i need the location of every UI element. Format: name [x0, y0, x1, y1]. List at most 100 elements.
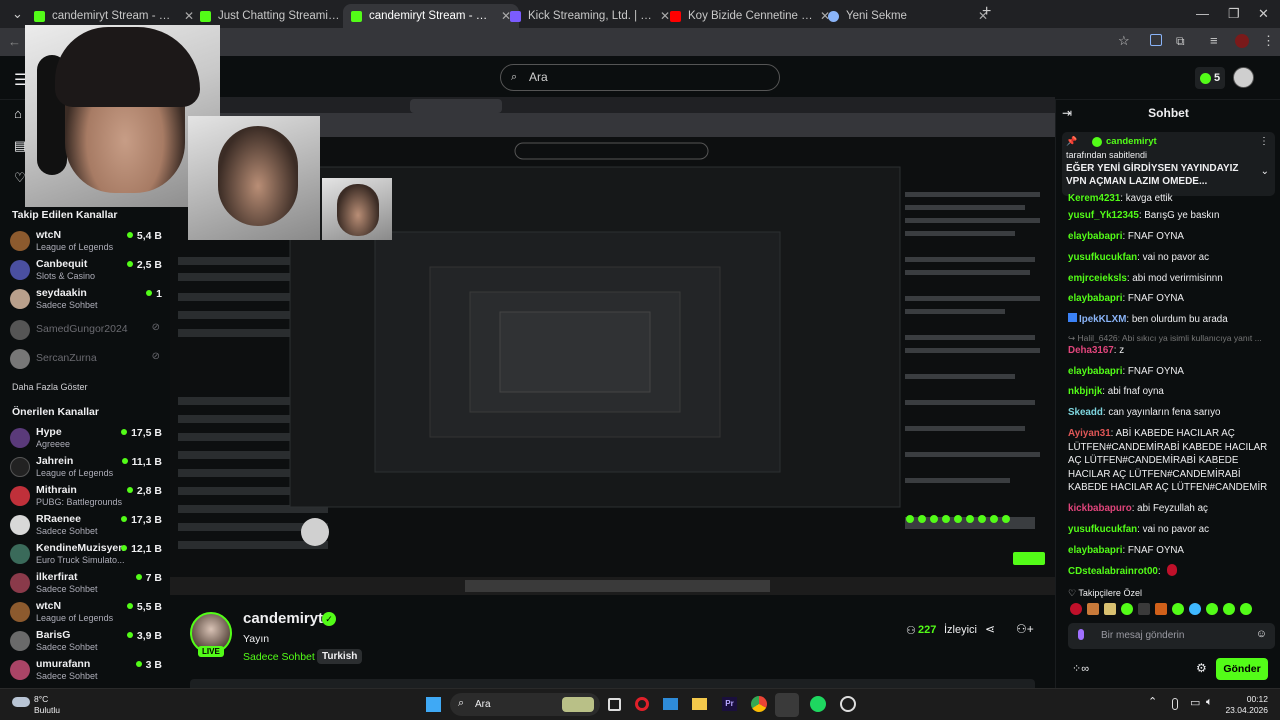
tab-search-icon[interactable]: ⌄ [12, 6, 23, 22]
followed-channel-item[interactable]: Canbequit Slots & Casino 2,5 B [10, 256, 162, 284]
task-view-icon[interactable] [608, 698, 621, 711]
channel-name[interactable]: candemiryt [243, 610, 323, 627]
stream-category[interactable]: Sadece Sohbet [243, 651, 315, 663]
home-icon[interactable]: ⌂ [14, 106, 22, 121]
tab-title: candemiryt Stream - Watch Live [369, 10, 494, 22]
recommended-channel-item[interactable]: Hype Agreeee 17,5 B [10, 424, 162, 452]
volume-icon[interactable]: 🔈︎ [1206, 696, 1213, 709]
emoji-icon[interactable]: ☺ [1256, 628, 1267, 640]
chat-message: emjrceieksls: abi mod verirmisinnn [1068, 273, 1223, 284]
tab-title: Kick Streaming, Ltd. | Set up pay [528, 10, 653, 22]
emote-icon[interactable] [1138, 603, 1150, 615]
channel-category: Agreeee [36, 439, 71, 449]
show-more-link[interactable]: Daha Fazla Göster [12, 382, 88, 392]
kicks-balance-button[interactable]: 5 [1195, 67, 1225, 89]
clock-time[interactable]: 00:12 [1220, 694, 1268, 704]
maximize-icon[interactable]: ❐ [1228, 6, 1240, 22]
user-avatar[interactable] [1233, 67, 1254, 88]
chrome-icon[interactable] [751, 696, 767, 712]
emote-icon[interactable] [1223, 603, 1235, 615]
recommended-channel-item[interactable]: umurafann Sadece Sohbet 3 B [10, 656, 162, 684]
recommended-channel-item[interactable]: Mithrain PUBG: Battlegrounds 2,8 B [10, 482, 162, 510]
spotify-icon[interactable] [810, 696, 826, 712]
premiere-icon[interactable]: Pr [722, 697, 737, 711]
back-icon[interactable]: ← [8, 34, 21, 49]
channel-category: Slots & Casino [36, 271, 96, 281]
profile-avatar-icon[interactable] [1235, 34, 1249, 48]
nested-screen-5 [499, 311, 651, 393]
chat-input[interactable]: Bir mesaj gönderin ☺ [1068, 623, 1275, 649]
file-explorer-icon[interactable] [692, 698, 707, 710]
chat-message: IpekKLXM: ben olurdum bu arada [1068, 313, 1273, 327]
viewer-count: 12,1 B [121, 543, 162, 555]
viewer-count: 3 B [136, 659, 162, 671]
browser-tab-active[interactable]: candemiryt Stream - Watch Live ✕ [343, 4, 519, 28]
reading-list-icon[interactable]: ≡ [1210, 33, 1218, 48]
weather-desc: Bulutlu [34, 705, 60, 715]
kicks-count: 5 [1213, 72, 1221, 84]
browser-tab[interactable]: Yeni Sekme ✕ [820, 4, 996, 28]
emote-icon[interactable] [1104, 603, 1116, 615]
close-window-icon[interactable]: ✕ [1258, 6, 1269, 22]
mic-icon[interactable] [1078, 629, 1084, 640]
offline-channel-item[interactable]: SercanZurna ⊘ [10, 345, 162, 373]
settings-gear-icon[interactable]: ⚙ [1196, 661, 1207, 675]
windows-start-icon[interactable] [426, 697, 441, 712]
bookmark-star-icon[interactable]: ☆ [1118, 33, 1130, 49]
pinned-menu-icon[interactable]: ⋮ [1259, 136, 1269, 147]
emote-icon[interactable] [1206, 603, 1218, 615]
recommended-channel-item[interactable]: ilkerfirat Sadece Sohbet 7 B [10, 569, 162, 597]
emote-icon[interactable] [1240, 603, 1252, 615]
emote-icon[interactable] [1087, 603, 1099, 615]
network-icon[interactable]: ▭ [1190, 696, 1200, 709]
chat-message: Ayiyan31: ABİ KABEDE HACILAR AÇ LÜTFEN#C… [1068, 428, 1268, 493]
webcam-echo [322, 178, 392, 240]
viewer-count: 17,3 B [121, 514, 162, 526]
follow-add-icon[interactable]: ⚇+ [1016, 622, 1034, 636]
language-tag[interactable]: Turkish [317, 649, 363, 664]
emote-icon[interactable] [1189, 603, 1201, 615]
chat-title: Sohbet [1148, 106, 1189, 120]
channel-category: League of Legends [36, 613, 114, 623]
tray-chevron-icon[interactable]: ⌃ [1148, 695, 1157, 708]
browser-tab[interactable]: Koy Bizide Cennetine | Abdurra ✕ [662, 4, 838, 28]
share-icon[interactable]: ⋖ [985, 622, 995, 636]
minimize-icon[interactable]: — [1196, 6, 1209, 21]
search-input[interactable]: ⌕ Ara [500, 64, 780, 91]
recommended-channel-item[interactable]: BarisG Sadece Sohbet 3,9 B [10, 627, 162, 655]
steam-icon[interactable] [775, 693, 799, 717]
channel-category: League of Legends [36, 242, 114, 252]
avatar [10, 486, 30, 506]
kick-points-icon[interactable]: ⁘∞ [1072, 662, 1089, 675]
pinned-message: 📌 candemiryt tarafından sabitlendi EĞER … [1062, 132, 1275, 196]
recommended-channel-item[interactable]: Jahrein League of Legends 11,1 B [10, 453, 162, 481]
send-button[interactable]: Gönder [1216, 658, 1268, 680]
recommended-channel-item[interactable]: RRaenee Sadece Sohbet 17,3 B [10, 511, 162, 539]
recommended-channel-item[interactable]: KendineMuzisyen Euro Truck Simulato... 1… [10, 540, 162, 568]
emote-icon[interactable] [1070, 603, 1082, 615]
photos-icon[interactable] [663, 698, 678, 710]
microphone-icon[interactable] [1172, 698, 1178, 710]
chrome-menu-icon[interactable]: ⋮ [1262, 33, 1275, 49]
below-panel [190, 679, 1035, 688]
kick-favicon-icon [351, 10, 362, 22]
emote-icon[interactable] [1155, 603, 1167, 615]
emote-icon[interactable] [1172, 603, 1184, 615]
followed-channel-item[interactable]: wtcN League of Legends 5,4 B [10, 227, 162, 255]
following-heart-icon[interactable]: ♡ [14, 170, 26, 186]
extension-icon[interactable] [1150, 34, 1162, 46]
expand-pinned-icon[interactable]: ⌄ [1261, 166, 1269, 177]
emote-icon[interactable] [1121, 603, 1133, 615]
recommended-channel-item[interactable]: wtcN League of Legends 5,5 B [10, 598, 162, 626]
extensions-puzzle-icon[interactable]: ⧉ [1176, 34, 1185, 49]
offline-channel-item[interactable]: SamedGungor2024 ⊘ [10, 316, 162, 344]
clock-date[interactable]: 23.04.2026 [1220, 705, 1268, 715]
opera-icon[interactable] [635, 697, 649, 711]
avatar [10, 515, 30, 535]
taskbar-search[interactable]: ⌕ Ara [450, 693, 600, 716]
emote-icon [1167, 564, 1178, 576]
app-icon[interactable] [840, 696, 856, 712]
followed-channel-item[interactable]: seydaakin Sadece Sohbet 1 [10, 285, 162, 313]
new-tab-icon[interactable]: + [982, 3, 991, 21]
browser-tab[interactable]: Kick Streaming, Ltd. | Set up pay ✕ [502, 4, 678, 28]
